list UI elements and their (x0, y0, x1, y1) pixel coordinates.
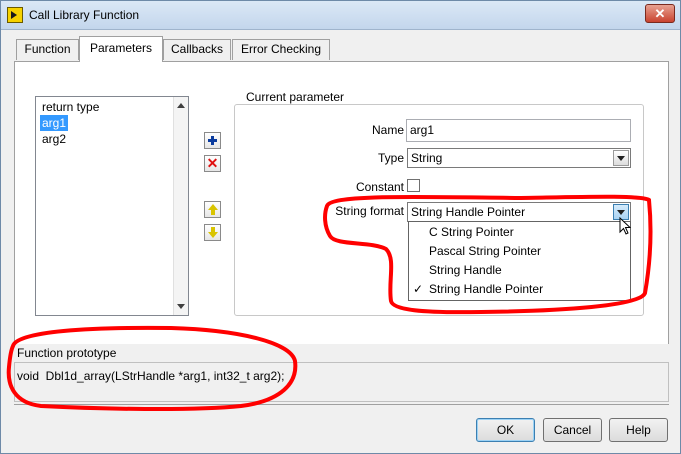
labview-app-icon (7, 7, 23, 23)
tab-callbacks[interactable]: Callbacks (163, 39, 231, 60)
function-prototype-text: void Dbl1d_array(LStrHandle *arg1, int32… (17, 369, 285, 383)
ok-button[interactable]: OK (476, 418, 535, 442)
mouse-cursor-icon (619, 217, 631, 235)
add-parameter-button[interactable] (204, 132, 221, 149)
move-down-button[interactable] (204, 224, 221, 241)
chevron-down-icon[interactable] (613, 150, 629, 166)
arrow-up-stem (211, 210, 215, 215)
call-library-function-dialog: Call Library Function ✕ Function Paramet… (0, 0, 681, 454)
window-title: Call Library Function (29, 8, 140, 22)
list-item-arg2[interactable]: arg2 (40, 131, 68, 147)
dropdown-option-string-handle-pointer[interactable]: String Handle Pointer (429, 280, 543, 299)
move-up-button[interactable] (204, 201, 221, 218)
dropdown-option-c-string-pointer[interactable]: C String Pointer (429, 223, 514, 242)
close-button[interactable]: ✕ (645, 4, 675, 23)
type-select[interactable]: String (407, 148, 631, 168)
checkmark-icon: ✓ (413, 282, 424, 296)
cancel-button[interactable]: Cancel (543, 418, 602, 442)
tab-parameters[interactable]: Parameters (79, 36, 163, 62)
constant-label: Constant (355, 180, 404, 194)
dropdown-option-pascal-string-pointer[interactable]: Pascal String Pointer (429, 242, 541, 261)
list-item-return-type[interactable]: return type (40, 99, 101, 115)
constant-checkbox[interactable] (407, 179, 420, 192)
string-format-label: String format (335, 204, 404, 218)
tab-function[interactable]: Function (16, 39, 79, 60)
arrow-down-icon (208, 232, 218, 238)
list-item-arg1[interactable]: arg1 (40, 115, 69, 131)
remove-parameter-button[interactable]: ✕ (204, 155, 221, 172)
type-label: Type (377, 151, 404, 165)
type-select-value: String (411, 151, 443, 165)
current-parameter-legend: Current parameter (243, 90, 348, 104)
string-format-value: String Handle Pointer (411, 205, 526, 219)
dropdown-option-string-handle[interactable]: String Handle (429, 261, 502, 280)
tab-error-checking[interactable]: Error Checking (232, 39, 330, 60)
string-format-dropdown: C String Pointer Pascal String Pointer S… (408, 221, 631, 301)
string-format-select[interactable]: String Handle Pointer (407, 202, 631, 222)
parameter-list-scrollbar[interactable] (173, 97, 188, 315)
parameter-list[interactable]: return type arg1 arg2 (35, 96, 189, 316)
name-field[interactable]: arg1 (406, 119, 631, 142)
function-prototype-label: Function prototype (17, 346, 117, 360)
title-bar: Call Library Function ✕ (1, 1, 680, 30)
name-label: Name (371, 123, 404, 137)
help-button[interactable]: Help (609, 418, 668, 442)
scroll-up-icon[interactable] (177, 103, 185, 108)
scroll-down-icon[interactable] (177, 304, 185, 309)
